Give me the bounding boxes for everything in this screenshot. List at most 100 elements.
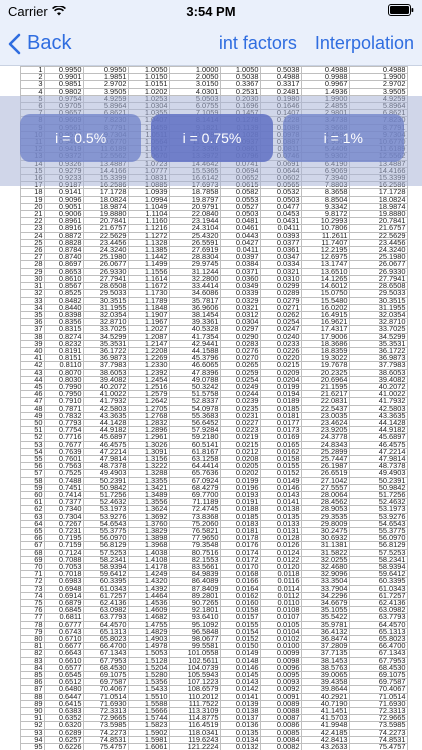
factor-cell: 0.0145 <box>220 671 261 680</box>
period-cell: 57 <box>20 469 45 478</box>
factor-cell: 0.0110 <box>260 599 302 608</box>
factor-cell: 34.5299 <box>83 332 129 341</box>
factor-cell: 47.2214 <box>349 447 408 456</box>
period-cell: 66 <box>20 534 45 543</box>
factor-cell: 74.2273 <box>349 728 408 737</box>
factor-cell: 19.8880 <box>83 210 129 219</box>
rate-option-1[interactable]: i = 1% <box>282 114 404 162</box>
table-row: 47 0.7910 41.7932 1.2642 52.8337 0.0239 0.0189… <box>20 397 408 406</box>
factor-cell: 0.0384 <box>220 260 261 269</box>
factor-cell: 22.5629 <box>83 231 129 240</box>
factor-cell: 32.0255 <box>301 555 350 565</box>
factor-cell: 1.4829 <box>128 627 170 637</box>
factor-cell: 30.2475 <box>301 526 350 536</box>
factor-cell: 0.0136 <box>220 721 261 730</box>
factor-cell: 1.1160 <box>128 217 170 226</box>
factor-cell: 0.6257 <box>44 735 84 745</box>
factor-cell: 0.6610 <box>44 656 84 665</box>
period-cell: 82 <box>20 649 45 658</box>
table-row: 39 0.8232 35.3531 1.2147 42.9441 0.0283 0.0233… <box>20 339 408 348</box>
int-factors-button[interactable]: int factors <box>219 33 297 54</box>
period-cell: 52 <box>20 433 45 442</box>
table-row: 78 0.6777 64.4570 1.4755 95.1092 0.0155 0.0105… <box>20 620 408 629</box>
factor-cell: 39.4082 <box>83 375 129 384</box>
factor-cell: 119.6243 <box>169 735 221 745</box>
factor-cell: 0.8070 <box>44 368 84 377</box>
factor-cell: 0.0095 <box>260 671 302 680</box>
factor-cell: 74.8531 <box>83 735 129 745</box>
factor-cell: 1.3222 <box>128 462 170 471</box>
factor-cell: 1.3156 <box>128 454 170 464</box>
factor-cell: 0.0371 <box>220 267 261 276</box>
factor-cell: 26.6519 <box>301 469 350 478</box>
factor-cell: 0.9096 <box>44 195 84 204</box>
factor-cell: 107.1223 <box>169 678 221 687</box>
factor-cell: 1.1216 <box>128 224 170 233</box>
factor-cell: 58.2341 <box>349 555 408 565</box>
table-row: 59 0.7451 50.9842 1.3421 68.4279 0.0196 0.0146… <box>20 483 408 492</box>
factor-cell: 90.7265 <box>169 599 221 608</box>
factor-cell: 1.5128 <box>128 656 170 665</box>
factor-cell: 71.0514 <box>83 692 129 701</box>
period-cell: 32 <box>20 289 45 298</box>
table-row: 94 0.6257 74.8531 1.5981 119.6243 0.0134 0.008… <box>20 735 408 745</box>
factor-cell: 0.8440 <box>44 303 84 312</box>
factor-cell: 0.0149 <box>260 476 302 485</box>
rate-option-0-75[interactable]: i = 0.75% <box>151 114 273 162</box>
factor-cell: 59.2180 <box>169 433 221 442</box>
factor-cell: 0.9967 <box>301 80 350 89</box>
factor-cell: 0.8872 <box>44 231 84 240</box>
table-row: 31 0.8567 28.6508 1.1672 33.4414 0.0349 0.0299… <box>20 282 408 291</box>
factor-cell: 39.0065 <box>301 671 350 680</box>
factor-cell: 45.3796 <box>169 354 221 363</box>
factor-cell: 57.9284 <box>169 426 221 435</box>
status-right <box>388 3 414 19</box>
factor-cell: 1.5744 <box>128 714 170 723</box>
table-row: 80 0.6710 65.8023 1.4903 98.0677 0.0152 0.0102… <box>20 635 408 644</box>
factor-cell: 9.3342 <box>301 202 350 212</box>
period-cell: 69 <box>20 555 45 565</box>
factor-cell: 21.6757 <box>83 224 129 233</box>
factor-cell: 1.0994 <box>128 195 170 204</box>
rate-option-0-5[interactable]: i = 0.5% <box>20 114 142 162</box>
factor-cell: 36.9873 <box>83 354 129 363</box>
factor-cell: 13.1747 <box>301 260 350 269</box>
factor-cell: 28.6508 <box>349 282 408 291</box>
factor-cell: 19.8797 <box>169 195 221 204</box>
period-cell: 45 <box>20 382 45 392</box>
factor-cell: 0.0116 <box>260 577 302 586</box>
factor-cell: 0.7990 <box>44 382 84 392</box>
factor-cell: 0.0100 <box>260 642 302 651</box>
factor-cell: 42.9441 <box>169 339 221 348</box>
table-row: 18 0.9141 17.1728 1.0939 18.7858 0.0582 0.0532… <box>20 188 408 197</box>
period-cell: 47 <box>20 397 45 406</box>
factor-cell: 31.1955 <box>349 303 408 312</box>
table-row: 50 0.7793 44.1428 1.2832 56.6452 0.0227 0.0177… <box>20 418 408 428</box>
factor-cell: 74.2273 <box>83 728 129 737</box>
factor-cell: 65.1313 <box>83 627 129 637</box>
factor-cell: 0.0582 <box>220 188 261 197</box>
factor-cell: 0.0169 <box>260 433 302 442</box>
factor-cell: 1.1104 <box>128 210 170 219</box>
factor-cell: 0.0177 <box>260 418 302 428</box>
factor-cell: 0.0247 <box>260 325 302 334</box>
factor-cell: 1.5823 <box>128 721 170 730</box>
factor-cell: 1.9900 <box>349 73 408 82</box>
factor-cell: 58.9394 <box>349 563 408 572</box>
period-cell: 88 <box>20 692 45 701</box>
factor-cell: 39.4082 <box>349 375 408 384</box>
back-button[interactable]: Back <box>8 32 71 55</box>
factor-cell: 68.4279 <box>169 483 221 492</box>
factor-cell: 55.3775 <box>83 526 129 536</box>
period-cell: 91 <box>20 714 45 723</box>
factor-cell: 121.2224 <box>169 743 221 750</box>
factor-cell: 0.0084 <box>260 735 302 745</box>
factor-cell: 0.7231 <box>44 526 84 536</box>
factor-cell: 0.0283 <box>220 339 261 348</box>
factor-cell: 52.4632 <box>83 498 129 507</box>
factor-cell: 43.2633 <box>301 743 350 750</box>
interpolation-button[interactable]: Interpolation <box>315 33 414 54</box>
table-row: 36 0.8356 32.8710 1.1967 39.3361 0.0304 0.0254… <box>20 318 408 327</box>
period-cell: 23 <box>20 224 45 233</box>
period-cell: 25 <box>20 238 45 248</box>
